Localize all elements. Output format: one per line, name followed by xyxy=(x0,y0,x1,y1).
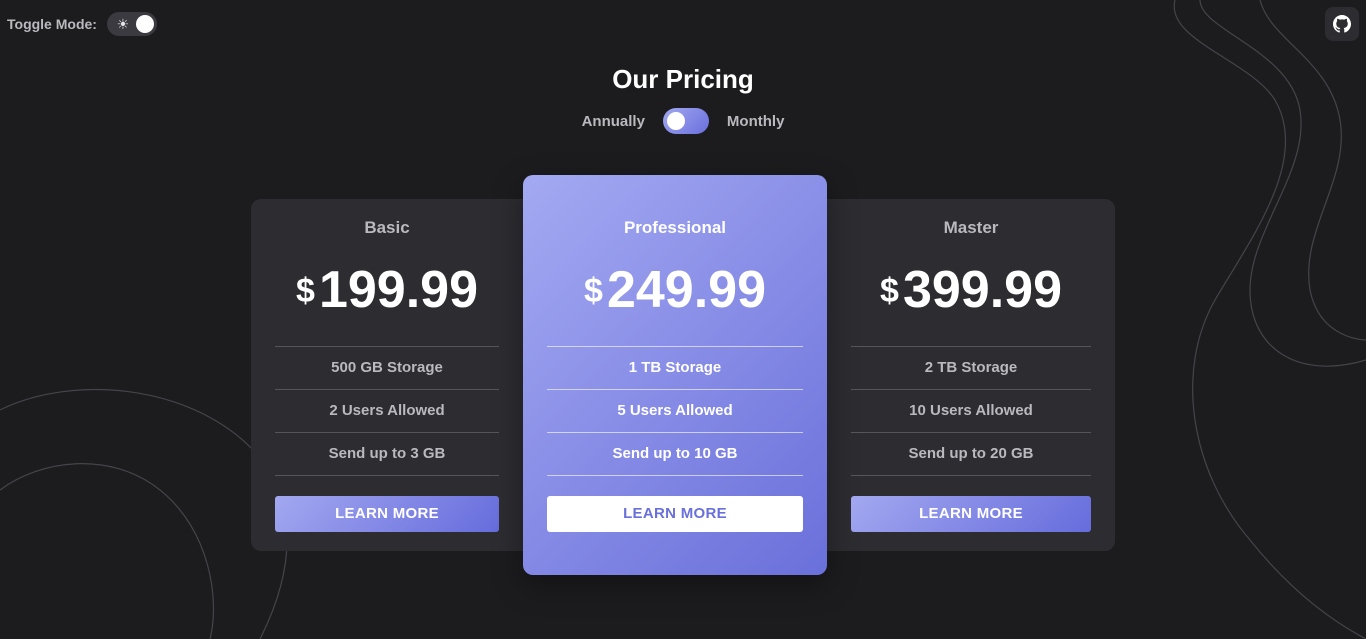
feature-list: 1 TB Storage 5 Users Allowed Send up to … xyxy=(547,346,803,476)
feature-item: Send up to 20 GB xyxy=(851,433,1091,476)
plan-name: Professional xyxy=(623,218,727,237)
pricing-card-master: Master $ 399.99 2 TB Storage 10 Users Al… xyxy=(827,199,1115,551)
feature-item: 1 TB Storage xyxy=(547,347,803,390)
currency-symbol: $ xyxy=(880,272,899,310)
github-link-button[interactable] xyxy=(1325,7,1359,41)
currency-symbol: $ xyxy=(584,272,603,310)
feature-list: 2 TB Storage 10 Users Allowed Send up to… xyxy=(851,346,1091,476)
currency-symbol: $ xyxy=(296,272,315,310)
billing-switch[interactable] xyxy=(662,108,709,134)
feature-item: Send up to 3 GB xyxy=(275,433,499,476)
page-title: Our Pricing xyxy=(612,64,754,94)
plan-price: $ 199.99 xyxy=(251,260,523,320)
plan-name: Master xyxy=(943,218,999,237)
billing-annually-label[interactable]: Annually xyxy=(582,113,645,130)
theme-switch-knob xyxy=(135,15,154,33)
price-amount: 399.99 xyxy=(902,261,1062,319)
plan-price: $ 399.99 xyxy=(827,260,1115,320)
feature-item: 5 Users Allowed xyxy=(547,390,803,433)
feature-item: 500 GB Storage xyxy=(275,347,499,390)
price-amount: 199.99 xyxy=(318,261,478,319)
plan-name: Basic xyxy=(364,218,410,237)
pricing-card-basic: Basic $ 199.99 500 GB Storage 2 Users Al… xyxy=(251,199,523,551)
feature-item: 10 Users Allowed xyxy=(851,390,1091,433)
mode-toggle-label: Toggle Mode: xyxy=(7,16,97,32)
mode-toggle-group: Toggle Mode: ☀ xyxy=(7,12,157,36)
plan-price: $ 249.99 xyxy=(523,260,827,320)
pricing-card-professional: Professional $ 249.99 1 TB Storage 5 Use… xyxy=(523,175,827,575)
learn-more-button[interactable]: LEARN MORE xyxy=(547,496,803,532)
sun-icon: ☀ xyxy=(116,16,130,32)
feature-item: 2 Users Allowed xyxy=(275,390,499,433)
feature-item: 2 TB Storage xyxy=(851,347,1091,390)
feature-list: 500 GB Storage 2 Users Allowed Send up t… xyxy=(275,346,499,476)
feature-item: Send up to 10 GB xyxy=(547,433,803,476)
billing-switch-knob xyxy=(666,112,685,130)
billing-period-toggle: Annually Monthly xyxy=(0,108,1366,134)
price-amount: 249.99 xyxy=(606,261,766,319)
github-icon xyxy=(1333,15,1351,33)
theme-mode-switch[interactable]: ☀ xyxy=(106,12,157,36)
billing-monthly-label[interactable]: Monthly xyxy=(727,113,785,130)
learn-more-button[interactable]: LEARN MORE xyxy=(275,496,499,532)
learn-more-button[interactable]: LEARN MORE xyxy=(851,496,1091,532)
